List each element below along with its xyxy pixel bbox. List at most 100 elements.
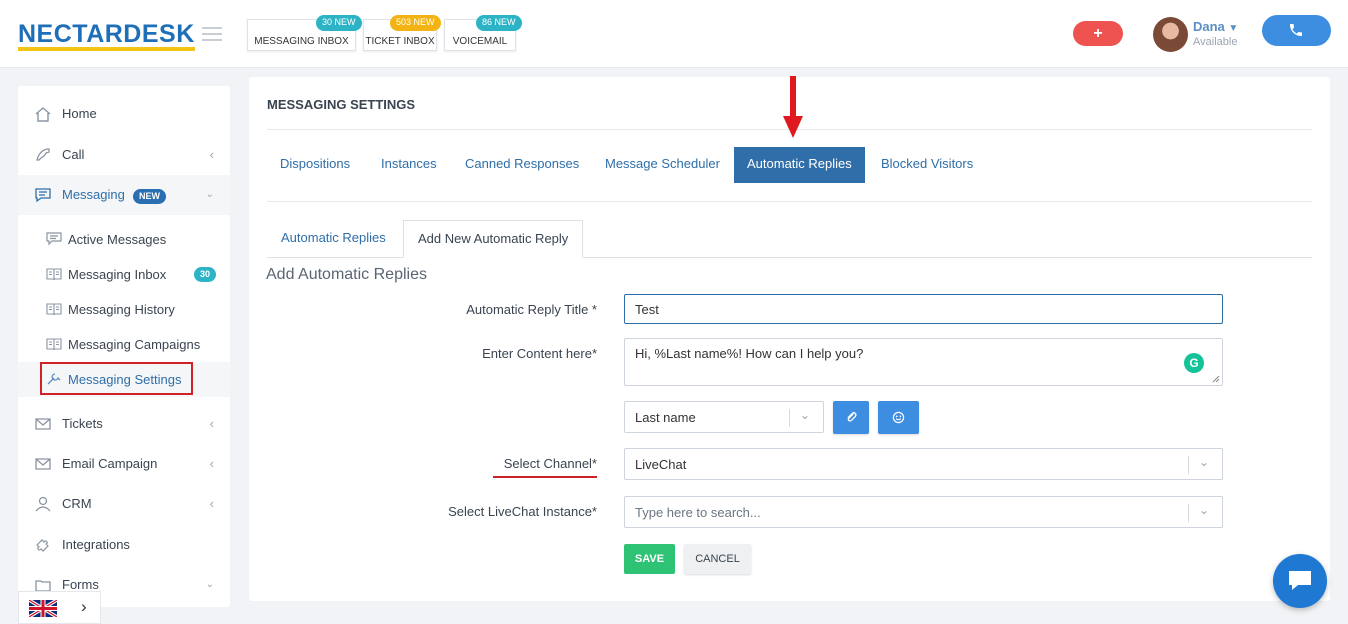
chevron-down-icon: ⌄ [800,408,811,422]
variable-select[interactable]: Last name ⌄ [624,401,824,433]
insert-attachment-button[interactable] [833,401,869,434]
reply-title-input[interactable]: Test [624,294,1223,324]
chevron-left-icon: ‹ [209,496,214,511]
user-status: Available [1193,36,1238,48]
tab-dispositions[interactable]: Dispositions [267,147,363,183]
sidebar-item-label: Email Campaign [62,456,158,471]
sidebar-item-email-campaign[interactable]: Email Campaign ‹ [18,444,230,484]
dialer-button[interactable] [1262,15,1331,46]
sidebar-subitem-active-messages[interactable]: Active Messages [18,222,230,257]
insert-emoji-button[interactable] [878,401,919,434]
emoji-icon [892,411,905,424]
sidebar-subitem-messaging-campaigns[interactable]: Messaging Campaigns [18,327,230,362]
sidebar-item-label: Messaging [62,187,125,202]
form-heading: Add Automatic Replies [266,266,427,283]
content-text: Hi, %Last name%! How can I help you? [635,346,864,361]
sidebar-item-label: Integrations [62,537,130,552]
sidebar-item-home[interactable]: Home [18,94,230,134]
book-icon [46,303,62,316]
instance-select[interactable]: Type here to search... ⌄ [624,496,1223,528]
tab-message-scheduler[interactable]: Message Scheduler [592,147,733,183]
language-switcher[interactable]: › [18,591,101,624]
chat-icon [46,232,62,246]
quick-button-label: MESSAGING INBOX [254,36,349,47]
voicemail-badge: 86 NEW [476,15,522,31]
title-field-label: Automatic Reply Title * [466,302,597,317]
live-chat-button[interactable] [1273,554,1327,608]
chat-icon [35,188,51,203]
sidebar-item-label: Call [62,147,85,162]
subtab-automatic-replies[interactable]: Automatic Replies [267,220,400,258]
mail-icon [35,418,51,430]
sidebar-item-call[interactable]: Call ‹ [18,135,230,175]
new-badge: NEW [133,189,166,204]
instance-search-placeholder: Type here to search... [635,505,761,520]
top-bar: NECTARDESK 30 NEW MESSAGING INBOX 503 NE… [0,0,1348,68]
phone-icon [1290,24,1302,36]
channel-field-label: Select Channel* [503,456,597,471]
brand-logo[interactable]: NECTARDESK [18,20,195,51]
menu-toggle-icon[interactable] [202,27,222,41]
sidebar-item-label: Home [62,106,97,121]
sidebar-item-label: Forms [62,577,99,592]
subtab-add-new-automatic-reply[interactable]: Add New Automatic Reply [403,220,584,258]
resize-handle-icon[interactable] [1212,375,1220,383]
sidebar-item-tickets[interactable]: Tickets ‹ [18,404,230,444]
book-icon [46,268,62,281]
highlight-underline [493,476,597,478]
mail-icon [35,458,51,470]
channel-select[interactable]: LiveChat ⌄ [624,448,1223,480]
sidebar-item-label: CRM [62,496,92,511]
brand-logo-underline [18,47,195,51]
chevron-down-icon: ⌄ [205,189,214,200]
quick-ticket-inbox-button[interactable]: 503 NEW TICKET INBOX [363,15,441,51]
user-icon [35,496,51,512]
sidebar-subitem-label: Messaging History [68,302,175,317]
save-button[interactable]: SAVE [624,544,675,574]
chevron-down-icon: ⌄ [1199,455,1210,469]
sidebar-subitem-messaging-history[interactable]: Messaging History [18,292,230,327]
brand-logo-text: NECTARDESK [18,20,195,48]
user-menu[interactable]: Dana ▼ [1193,19,1238,34]
chevron-right-icon: › [81,597,87,616]
sidebar-subitem-messaging-inbox[interactable]: Messaging Inbox 30 [18,257,230,292]
chat-bubble-icon [1289,571,1311,590]
chevron-left-icon: ‹ [209,456,214,471]
book-icon [46,338,62,351]
tab-instances[interactable]: Instances [368,147,450,183]
sidebar-item-messaging[interactable]: Messaging NEW ⌄ [18,175,230,215]
content-textarea[interactable]: Hi, %Last name%! How can I help you? G [624,338,1223,386]
content-field-label: Enter Content here* [482,346,597,361]
quick-button-label: TICKET INBOX [365,36,435,47]
uk-flag-icon [29,600,57,617]
sidebar-subitem-label: Messaging Inbox [68,267,167,282]
sidebar-subitem-messaging-settings[interactable]: Messaging Settings [18,362,230,397]
sidebar-item-crm[interactable]: CRM ‹ [18,484,230,524]
tab-automatic-replies[interactable]: Automatic Replies [734,147,865,183]
tab-canned-responses[interactable]: Canned Responses [452,147,592,183]
add-new-button[interactable]: + [1073,21,1123,46]
sidebar-item-integrations[interactable]: Integrations [18,525,230,565]
divider [267,201,1312,202]
page-title: MESSAGING SETTINGS [267,97,416,112]
annotation-arrow-icon [783,76,803,138]
messaging-inbox-badge: 30 NEW [316,15,362,31]
puzzle-icon [36,539,49,552]
cancel-button[interactable]: CANCEL [684,544,751,574]
tab-blocked-visitors[interactable]: Blocked Visitors [868,147,986,183]
instance-field-label: Select LiveChat Instance* [448,504,597,519]
grammarly-icon[interactable]: G [1184,353,1204,373]
home-icon [35,107,51,122]
sidebar-subitem-label: Messaging Campaigns [68,337,201,352]
variable-select-value: Last name [635,410,696,425]
chevron-down-icon: ▼ [1228,23,1239,34]
paperclip-icon [846,411,857,422]
ticket-inbox-badge: 503 NEW [390,15,441,31]
chevron-down-icon: ⌄ [1199,503,1210,517]
avatar[interactable] [1153,17,1188,52]
quick-voicemail-button[interactable]: 86 NEW VOICEMAIL [444,15,522,51]
sidebar: Home Call ‹ Messaging NEW ⌄ Active Messa… [18,86,230,607]
channel-select-value: LiveChat [635,457,687,472]
quick-messaging-inbox-button[interactable]: 30 NEW MESSAGING INBOX [247,15,362,51]
settings-panel: MESSAGING SETTINGS Dispositions Instance… [249,77,1330,601]
